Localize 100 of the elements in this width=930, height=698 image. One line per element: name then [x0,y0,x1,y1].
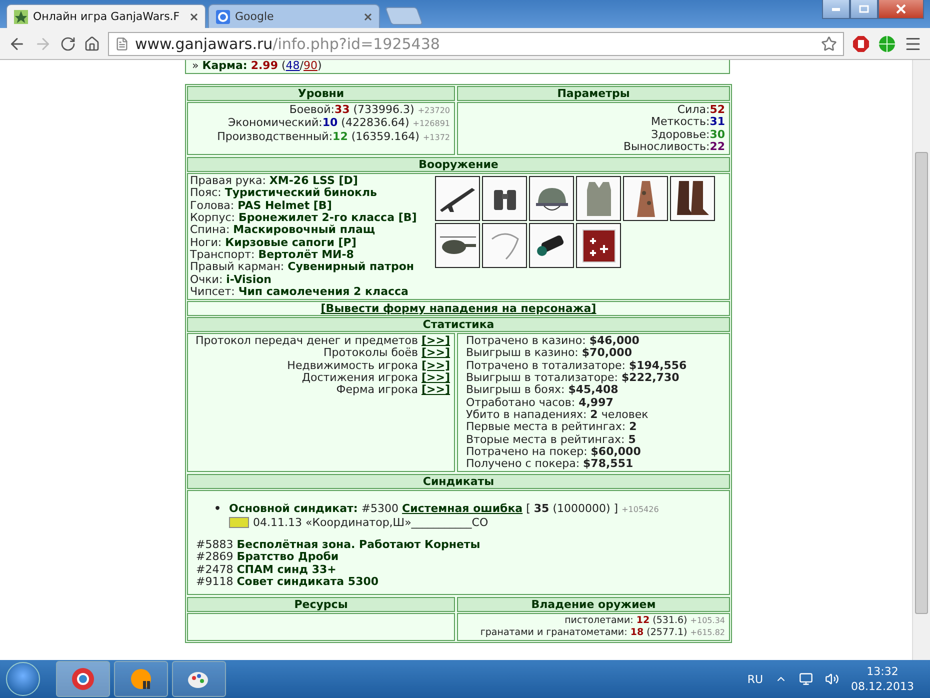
open-link[interactable]: [>>] [422,346,450,360]
equipment-row-text: Корпус: Бронежилет 2-го класса [B] [190,212,418,224]
open-link[interactable]: [>>] [422,371,450,384]
item-tile[interactable] [482,223,527,268]
syndicate-row-text: #5883 Бесполётная зона. Работают Корнеты [196,539,482,552]
separator: / [300,60,304,72]
bullet: • [214,503,222,518]
stat-row-text: Выигрыш в казино: $70,000 [465,347,633,360]
minimize-button[interactable] [822,0,850,19]
close-icon [896,4,906,14]
syndicate-row-text: #9118 Совет синдиката 5300 [196,576,380,588]
stat-link-label: Недвижимость игрока [287,358,418,372]
equipment-row-text: Очки: i-Vision [190,274,272,286]
stat-link-label: Протоколы боёв [324,346,418,360]
item-tile[interactable] [529,176,574,222]
equipment-row-text: Ноги: Кирзовые сапоги [P] [190,236,358,249]
browser-tab[interactable]: Google [208,4,380,28]
address-bar[interactable]: www.ganjawars.ru/info.php?id=1925438 [108,32,844,56]
maximize-icon [859,5,869,13]
level-row-text: Экономический:10 (422836.64) +126891 [226,117,450,131]
karma-plus-link[interactable]: 48 [286,60,300,72]
item-tile[interactable] [529,223,574,268]
scrollbar[interactable] [912,60,930,660]
paren: ) [318,60,322,72]
param-row-text: Здоровье:30 [650,128,725,141]
section-header: Параметры [457,86,730,101]
stat-row-text: Потрачено на покер: $60,000 [465,446,642,458]
maximize-button[interactable] [850,0,878,19]
stop-sign-icon[interactable] [852,34,870,52]
language-indicator[interactable]: RU [747,672,764,686]
star-icon [14,10,28,24]
stat-row-text: Первые места в рейтингах: 2 [465,421,638,434]
syndicate-gain: +105426 [622,505,659,514]
param-row-text: Сила:52 [676,104,725,116]
stat-row-text: Вторые места в рейтингах: 5 [465,434,637,446]
equipment-row-text: Спина: Маскировочный плащ [190,224,376,237]
stat-row-text: Отработано часов: 4,997 [465,396,614,409]
globe-icon[interactable] [878,34,896,52]
start-button[interactable] [6,662,40,696]
item-tile[interactable] [435,223,480,268]
page-icon [115,36,129,50]
stat-row-text: Потрачено в казино: $46,000 [465,335,640,348]
item-tile[interactable] [576,176,621,222]
equipment-row-text: Голова: PAS Helmet [B] [190,200,333,212]
syndicate-row-text: #2478 СПАМ синд 33+ [196,564,338,576]
item-tile[interactable] [435,176,480,222]
bookmark-star-icon[interactable] [821,36,837,52]
equipment-row-text: Чипсет: Чип самолечения 2 класса [190,286,410,298]
stat-row-text: Выигрыш в тотализаторе: $222,730 [465,372,680,384]
network-icon[interactable] [799,672,814,686]
player-icon [129,667,153,691]
main-syndicate-label: Основной синдикат: #5300 [229,502,399,516]
open-link[interactable]: [>>] [422,358,450,372]
skill-row-text: гранатами и гранатометами: 18 (2577.1) +615.82 [479,627,725,640]
syndicate-level: [ 35 (1000000) ] [526,502,618,516]
equipment-row-text: Правый карман: Сувенирный патрон [190,261,415,274]
syndicate-link[interactable]: Системная ошибка [402,502,523,516]
karma-minus-link[interactable]: 90 [304,60,318,72]
item-tile[interactable] [576,223,621,268]
taskbar-app[interactable] [56,661,110,697]
item-tile[interactable] [623,176,668,222]
first-aid-icon [580,226,618,265]
browser-icon [71,667,95,691]
home-button[interactable] [84,36,100,52]
clock[interactable]: 13:32 08.12.2013 [851,664,914,694]
level-row-text: Боевой:33 (733996.3) +23720 [288,104,450,118]
equipment-row-text: Правая рука: XM-26 LSS [D] [190,175,358,188]
rank-icon [229,517,250,528]
taskbar-app[interactable] [172,661,226,697]
stat-row-text: Потрачено в тотализаторе: $194,556 [465,360,688,372]
equipment-row-text: Пояс: Туристический бинокль [190,187,378,200]
close-window-button[interactable] [878,0,924,19]
open-link[interactable]: [>>] [422,334,450,348]
taskbar-app[interactable] [114,661,168,697]
level-row-text: Производственный:12 (16359.164) +1372 [216,130,450,144]
browser-tab[interactable]: Онлайн игра GanjaWars.F [6,4,206,28]
close-icon[interactable] [364,12,372,20]
reload-button[interactable] [60,36,76,52]
section-header: Ресурсы [187,597,455,612]
volume-icon[interactable] [825,672,840,686]
stat-link-label: Протокол передач денег и предметов [195,334,418,348]
karma-line: » Карма: 2.99 ( [192,60,286,72]
cloak-icon [634,178,656,219]
section-header: Уровни [187,86,455,101]
skill-row-text: пистолетами: 12 (531.6) +105.34 [564,615,725,628]
param-row-text: Выносливость:22 [622,140,725,154]
stat-row-text: Получено с покера: $78,551 [465,458,634,470]
minimize-icon [832,8,840,10]
stat-row-text: Убито в нападениях: 2 человек [465,408,650,422]
stat-link-label: Ферма игрока [336,383,418,396]
open-link[interactable]: [>>] [422,383,450,396]
stat-link-label: Достижения игрока [302,371,418,384]
syndicate-role: 04.11.13 «Координатор,Ш»___________СО [253,516,488,529]
item-tile[interactable] [670,176,715,222]
item-tile[interactable] [482,176,527,222]
param-row-text: Меткость:31 [650,116,725,129]
close-icon[interactable] [190,12,198,20]
equipment-row-text: Транспорт: Вертолёт МИ-8 [190,248,355,262]
section-header: Вооружение [187,157,730,172]
section-header: Статистика [187,317,730,332]
